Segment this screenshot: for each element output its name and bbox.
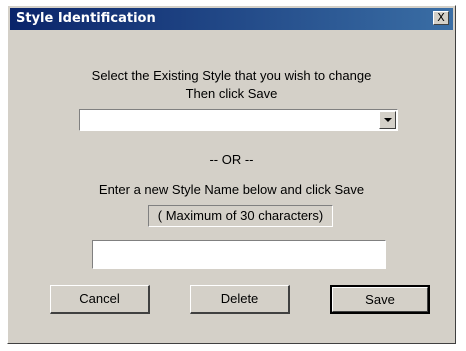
save-button[interactable]: Save <box>330 285 430 314</box>
title-bar[interactable]: Style Identification X <box>10 8 453 30</box>
max-characters-note: ( Maximum of 30 characters) <box>148 205 333 227</box>
new-style-prompt: Enter a new Style Name below and click S… <box>98 182 365 197</box>
dropdown-button[interactable] <box>379 111 396 129</box>
close-icon: X <box>437 11 445 24</box>
delete-button[interactable]: Delete <box>190 285 290 314</box>
window-title: Style Identification <box>16 11 156 26</box>
style-identification-dialog: Style Identification X Select the Existi… <box>7 5 456 344</box>
instruction-line-2: Then click Save <box>185 86 278 101</box>
new-style-name-input[interactable] <box>92 240 386 269</box>
chevron-down-icon <box>384 118 392 122</box>
or-separator: -- OR -- <box>209 152 254 167</box>
instruction-line-1: Select the Existing Style that you wish … <box>91 68 372 83</box>
cancel-button[interactable]: Cancel <box>50 285 150 314</box>
close-button[interactable]: X <box>433 11 449 25</box>
existing-style-dropdown[interactable] <box>79 109 398 131</box>
